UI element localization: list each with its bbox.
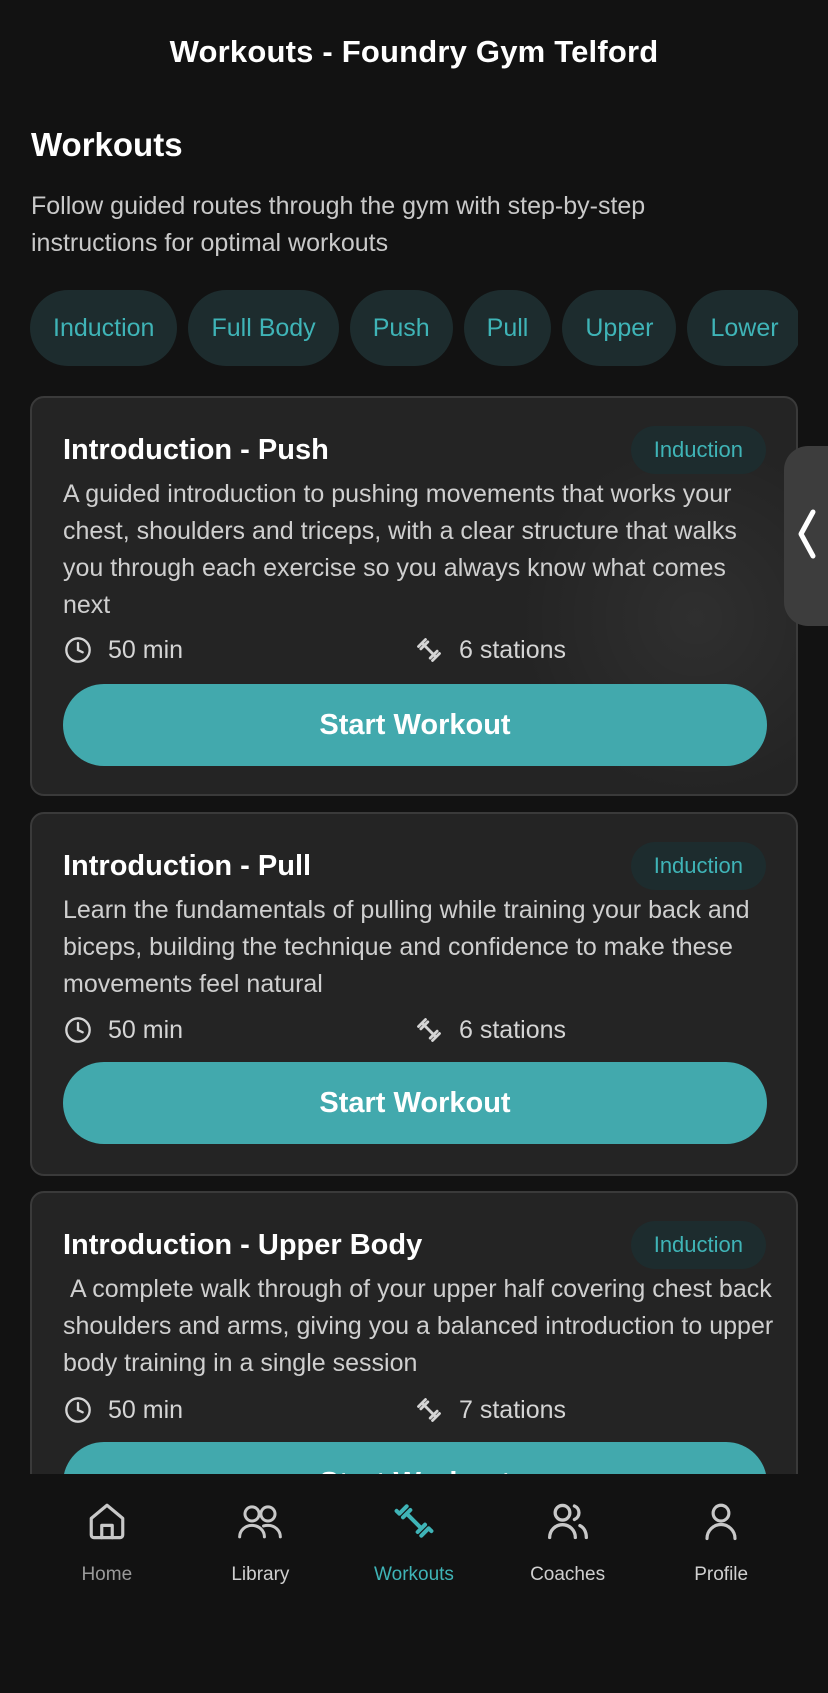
chevron-left-icon — [796, 508, 818, 565]
workout-meta: 50 min 6 stations — [63, 1014, 775, 1046]
page-subtitle: Follow guided routes through the gym wit… — [31, 192, 646, 257]
profile-icon — [698, 1498, 744, 1544]
start-workout-button[interactable]: Start Workout — [63, 1062, 767, 1144]
page-title: Workouts — [31, 126, 183, 163]
nav-label: Home — [81, 1564, 133, 1585]
nav-item-workouts[interactable]: Workouts — [337, 1474, 491, 1586]
bottom-nav: Home Library Workouts Coaches Profile — [0, 1474, 828, 1693]
nav-label: Workouts — [374, 1564, 454, 1585]
start-workout-button[interactable]: Start Workout — [63, 684, 767, 766]
workout-card[interactable]: Introduction - Push Induction A guided i… — [30, 396, 798, 796]
clock-icon — [63, 635, 93, 665]
workout-card[interactable]: Introduction - Pull Induction Learn the … — [30, 812, 798, 1176]
nav-label: Profile — [694, 1564, 749, 1585]
workout-duration: 50 min — [108, 1395, 184, 1424]
workout-duration: 50 min — [108, 1015, 184, 1044]
stations-icon — [414, 1015, 444, 1045]
category-badge: Induction — [630, 1221, 766, 1269]
workout-title: Introduction - Pull — [63, 850, 312, 882]
workout-stations: 6 stations — [459, 1015, 567, 1044]
workout-description: Learn the fundamentals of pulling while … — [63, 896, 750, 998]
workout-meta: 50 min 6 stations — [63, 634, 775, 666]
stations-icon — [414, 635, 444, 665]
nav-item-coaches[interactable]: Coaches — [491, 1474, 645, 1586]
side-drawer-handle[interactable] — [784, 446, 828, 626]
filter-chip-lower[interactable]: Lower — [687, 290, 798, 366]
dumbbell-icon — [391, 1498, 437, 1544]
nav-item-library[interactable]: Library — [184, 1474, 338, 1586]
workout-description: A guided introduction to pushing movemen… — [63, 480, 737, 619]
filter-chip-pull[interactable]: Pull — [463, 290, 552, 366]
stations-icon — [414, 1395, 444, 1425]
screen-title: Workouts - Foundry Gym Telford — [169, 34, 659, 69]
nav-item-home[interactable]: Home — [30, 1474, 184, 1586]
category-badge: Induction — [630, 426, 766, 474]
filter-chip-push[interactable]: Push — [349, 290, 453, 366]
filter-chip-induction[interactable]: Induction — [30, 290, 178, 366]
workout-duration: 50 min — [108, 635, 184, 664]
workout-title: Introduction - Push — [63, 434, 329, 466]
coaches-icon — [545, 1498, 591, 1544]
library-icon — [237, 1498, 283, 1544]
clock-icon — [63, 1395, 93, 1425]
filter-chip-upper[interactable]: Upper — [562, 290, 677, 366]
clock-icon — [63, 1015, 93, 1045]
filter-chips: Induction Full Body Push Pull Upper Lowe… — [30, 290, 798, 366]
nav-label: Coaches — [530, 1564, 606, 1585]
top-bar: Workouts - Foundry Gym Telford — [0, 0, 828, 104]
nav-label: Library — [231, 1564, 290, 1585]
home-icon — [84, 1498, 130, 1544]
workout-stations: 7 stations — [459, 1395, 567, 1424]
workouts-screen: Workouts - Foundry Gym Telford Workouts … — [0, 0, 828, 1693]
workout-title: Introduction - Upper Body — [63, 1229, 423, 1261]
nav-item-profile[interactable]: Profile — [644, 1474, 798, 1586]
workout-description: A complete walk through of your upper ha… — [63, 1275, 781, 1377]
workout-stations: 6 stations — [459, 635, 567, 664]
category-badge: Induction — [630, 842, 766, 890]
filter-chip-full-body[interactable]: Full Body — [188, 290, 339, 366]
workout-meta: 50 min 7 stations — [63, 1394, 775, 1426]
